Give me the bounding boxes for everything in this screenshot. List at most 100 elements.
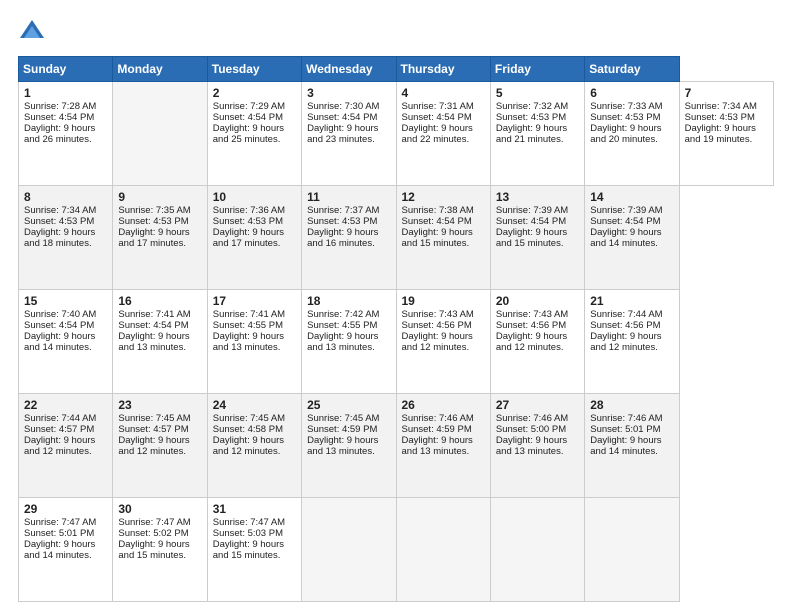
calendar-day-17: 17Sunrise: 7:41 AMSunset: 4:55 PMDayligh… bbox=[207, 290, 301, 394]
daylight-text: Daylight: 9 hours and 13 minutes. bbox=[118, 331, 189, 353]
sunrise-text: Sunrise: 7:47 AM bbox=[213, 517, 285, 528]
sunset-text: Sunset: 4:56 PM bbox=[496, 320, 566, 331]
daylight-text: Daylight: 9 hours and 13 minutes. bbox=[213, 331, 284, 353]
sunrise-text: Sunrise: 7:47 AM bbox=[118, 517, 190, 528]
calendar-table: SundayMondayTuesdayWednesdayThursdayFrid… bbox=[18, 56, 774, 602]
calendar-day-empty bbox=[585, 498, 679, 602]
sunrise-text: Sunrise: 7:35 AM bbox=[118, 205, 190, 216]
header bbox=[18, 18, 774, 46]
day-number: 31 bbox=[213, 502, 296, 516]
calendar-day-1: 1Sunrise: 7:28 AMSunset: 4:54 PMDaylight… bbox=[19, 82, 113, 186]
sunrise-text: Sunrise: 7:32 AM bbox=[496, 101, 568, 112]
calendar-day-empty bbox=[396, 498, 490, 602]
day-number: 21 bbox=[590, 294, 673, 308]
day-number: 8 bbox=[24, 190, 107, 204]
day-number: 4 bbox=[402, 86, 485, 100]
day-number: 2 bbox=[213, 86, 296, 100]
day-number: 13 bbox=[496, 190, 579, 204]
daylight-text: Daylight: 9 hours and 26 minutes. bbox=[24, 123, 95, 145]
sunrise-text: Sunrise: 7:45 AM bbox=[213, 413, 285, 424]
sunset-text: Sunset: 4:58 PM bbox=[213, 424, 283, 435]
sunrise-text: Sunrise: 7:28 AM bbox=[24, 101, 96, 112]
day-header-sunday: Sunday bbox=[19, 57, 113, 82]
sunrise-text: Sunrise: 7:41 AM bbox=[118, 309, 190, 320]
calendar-day-4: 4Sunrise: 7:31 AMSunset: 4:54 PMDaylight… bbox=[396, 82, 490, 186]
sunrise-text: Sunrise: 7:47 AM bbox=[24, 517, 96, 528]
calendar-day-18: 18Sunrise: 7:42 AMSunset: 4:55 PMDayligh… bbox=[302, 290, 396, 394]
daylight-text: Daylight: 9 hours and 23 minutes. bbox=[307, 123, 378, 145]
calendar-week-4: 29Sunrise: 7:47 AMSunset: 5:01 PMDayligh… bbox=[19, 498, 774, 602]
daylight-text: Daylight: 9 hours and 12 minutes. bbox=[496, 331, 567, 353]
sunset-text: Sunset: 4:54 PM bbox=[307, 112, 377, 123]
sunrise-text: Sunrise: 7:39 AM bbox=[590, 205, 662, 216]
daylight-text: Daylight: 9 hours and 21 minutes. bbox=[496, 123, 567, 145]
daylight-text: Daylight: 9 hours and 22 minutes. bbox=[402, 123, 473, 145]
day-number: 10 bbox=[213, 190, 296, 204]
day-number: 1 bbox=[24, 86, 107, 100]
calendar-day-23: 23Sunrise: 7:45 AMSunset: 4:57 PMDayligh… bbox=[113, 394, 207, 498]
sunrise-text: Sunrise: 7:43 AM bbox=[496, 309, 568, 320]
sunrise-text: Sunrise: 7:36 AM bbox=[213, 205, 285, 216]
calendar-day-30: 30Sunrise: 7:47 AMSunset: 5:02 PMDayligh… bbox=[113, 498, 207, 602]
sunset-text: Sunset: 5:03 PM bbox=[213, 528, 283, 539]
daylight-text: Daylight: 9 hours and 13 minutes. bbox=[307, 435, 378, 457]
sunset-text: Sunset: 4:54 PM bbox=[24, 112, 94, 123]
day-number: 3 bbox=[307, 86, 390, 100]
calendar-day-16: 16Sunrise: 7:41 AMSunset: 4:54 PMDayligh… bbox=[113, 290, 207, 394]
day-header-friday: Friday bbox=[490, 57, 584, 82]
day-number: 30 bbox=[118, 502, 201, 516]
calendar-day-2: 2Sunrise: 7:29 AMSunset: 4:54 PMDaylight… bbox=[207, 82, 301, 186]
sunrise-text: Sunrise: 7:31 AM bbox=[402, 101, 474, 112]
daylight-text: Daylight: 9 hours and 15 minutes. bbox=[402, 227, 473, 249]
daylight-text: Daylight: 9 hours and 14 minutes. bbox=[590, 227, 661, 249]
calendar-day-6: 6Sunrise: 7:33 AMSunset: 4:53 PMDaylight… bbox=[585, 82, 679, 186]
sunset-text: Sunset: 4:53 PM bbox=[496, 112, 566, 123]
calendar-day-10: 10Sunrise: 7:36 AMSunset: 4:53 PMDayligh… bbox=[207, 186, 301, 290]
daylight-text: Daylight: 9 hours and 12 minutes. bbox=[402, 331, 473, 353]
day-number: 27 bbox=[496, 398, 579, 412]
sunrise-text: Sunrise: 7:37 AM bbox=[307, 205, 379, 216]
calendar-day-31: 31Sunrise: 7:47 AMSunset: 5:03 PMDayligh… bbox=[207, 498, 301, 602]
day-number: 17 bbox=[213, 294, 296, 308]
day-number: 24 bbox=[213, 398, 296, 412]
calendar-week-3: 22Sunrise: 7:44 AMSunset: 4:57 PMDayligh… bbox=[19, 394, 774, 498]
sunset-text: Sunset: 4:55 PM bbox=[213, 320, 283, 331]
day-number: 18 bbox=[307, 294, 390, 308]
calendar-week-0: 1Sunrise: 7:28 AMSunset: 4:54 PMDaylight… bbox=[19, 82, 774, 186]
calendar-day-empty bbox=[490, 498, 584, 602]
day-number: 5 bbox=[496, 86, 579, 100]
sunset-text: Sunset: 4:54 PM bbox=[590, 216, 660, 227]
calendar-week-1: 8Sunrise: 7:34 AMSunset: 4:53 PMDaylight… bbox=[19, 186, 774, 290]
calendar-day-29: 29Sunrise: 7:47 AMSunset: 5:01 PMDayligh… bbox=[19, 498, 113, 602]
sunrise-text: Sunrise: 7:46 AM bbox=[496, 413, 568, 424]
sunset-text: Sunset: 4:54 PM bbox=[118, 320, 188, 331]
sunrise-text: Sunrise: 7:43 AM bbox=[402, 309, 474, 320]
day-header-saturday: Saturday bbox=[585, 57, 679, 82]
sunrise-text: Sunrise: 7:44 AM bbox=[590, 309, 662, 320]
calendar-day-22: 22Sunrise: 7:44 AMSunset: 4:57 PMDayligh… bbox=[19, 394, 113, 498]
daylight-text: Daylight: 9 hours and 19 minutes. bbox=[685, 123, 756, 145]
sunrise-text: Sunrise: 7:34 AM bbox=[24, 205, 96, 216]
sunset-text: Sunset: 4:54 PM bbox=[402, 112, 472, 123]
calendar-week-2: 15Sunrise: 7:40 AMSunset: 4:54 PMDayligh… bbox=[19, 290, 774, 394]
daylight-text: Daylight: 9 hours and 16 minutes. bbox=[307, 227, 378, 249]
day-number: 22 bbox=[24, 398, 107, 412]
sunset-text: Sunset: 4:54 PM bbox=[496, 216, 566, 227]
day-number: 7 bbox=[685, 86, 768, 100]
sunrise-text: Sunrise: 7:30 AM bbox=[307, 101, 379, 112]
daylight-text: Daylight: 9 hours and 14 minutes. bbox=[24, 539, 95, 561]
sunset-text: Sunset: 5:00 PM bbox=[496, 424, 566, 435]
day-number: 25 bbox=[307, 398, 390, 412]
day-number: 20 bbox=[496, 294, 579, 308]
sunset-text: Sunset: 4:59 PM bbox=[402, 424, 472, 435]
day-number: 15 bbox=[24, 294, 107, 308]
sunset-text: Sunset: 4:53 PM bbox=[590, 112, 660, 123]
page: SundayMondayTuesdayWednesdayThursdayFrid… bbox=[0, 0, 792, 612]
calendar-day-27: 27Sunrise: 7:46 AMSunset: 5:00 PMDayligh… bbox=[490, 394, 584, 498]
daylight-text: Daylight: 9 hours and 18 minutes. bbox=[24, 227, 95, 249]
sunrise-text: Sunrise: 7:45 AM bbox=[307, 413, 379, 424]
sunset-text: Sunset: 4:54 PM bbox=[402, 216, 472, 227]
sunrise-text: Sunrise: 7:34 AM bbox=[685, 101, 757, 112]
calendar-day-20: 20Sunrise: 7:43 AMSunset: 4:56 PMDayligh… bbox=[490, 290, 584, 394]
sunrise-text: Sunrise: 7:46 AM bbox=[402, 413, 474, 424]
